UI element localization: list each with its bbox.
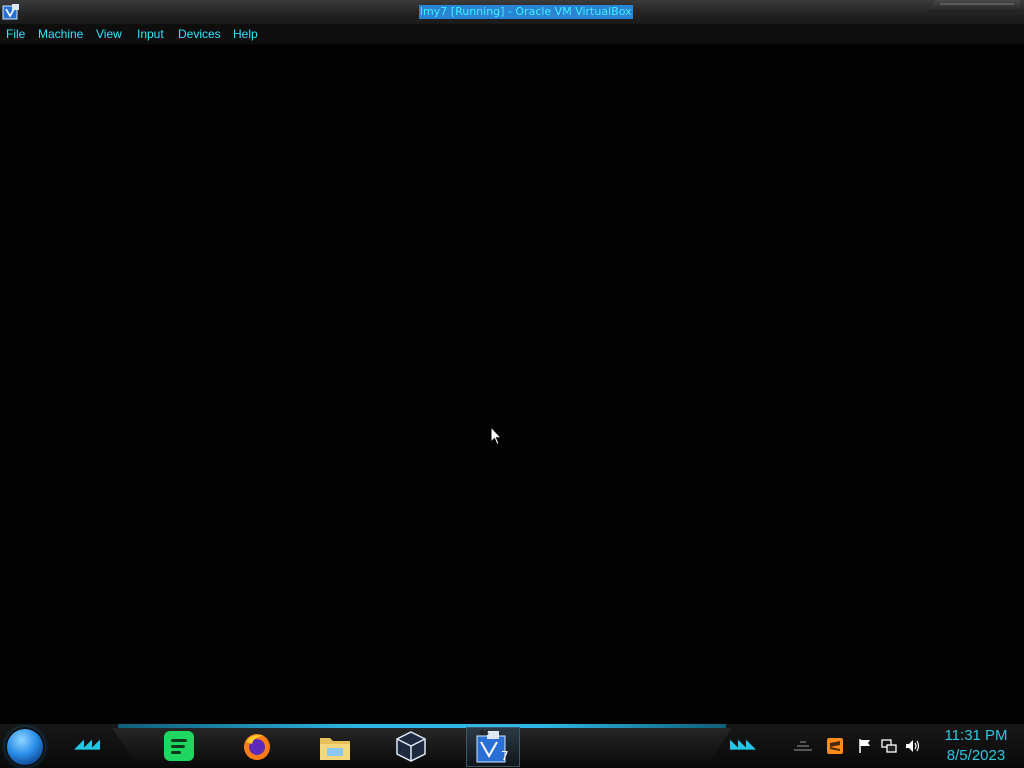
clock-date[interactable]: 8/5/2023 bbox=[930, 747, 1022, 764]
windows-orb-icon[interactable] bbox=[7, 729, 43, 765]
menu-input[interactable]: Input bbox=[137, 27, 164, 41]
firefox-icon[interactable] bbox=[240, 730, 274, 762]
virtualbox-icon bbox=[2, 4, 19, 20]
app-badge: 64 bbox=[480, 729, 489, 737]
menu-file[interactable]: File bbox=[6, 27, 25, 41]
svg-text:7: 7 bbox=[501, 749, 509, 763]
chevron-left-icon: ◢◢◢ bbox=[74, 737, 100, 752]
spotify-icon[interactable] bbox=[162, 730, 196, 762]
volume-icon[interactable] bbox=[905, 738, 921, 754]
virtualbox-manager-icon[interactable] bbox=[394, 730, 428, 762]
window-title: lmy7 [Running] - Oracle VM VirtualBox bbox=[419, 5, 633, 19]
chevron-right-icon: ◣◣◣ bbox=[730, 737, 756, 752]
network-icon[interactable] bbox=[881, 738, 897, 754]
menu-help[interactable]: Help bbox=[233, 27, 258, 41]
taskbar: ◢◢◢ 7 64 ◣◣◣ 11:31 PM 8/5/2023 bbox=[0, 724, 1024, 768]
menu-devices[interactable]: Devices bbox=[178, 27, 221, 41]
window-controls[interactable] bbox=[928, 0, 1020, 12]
file-explorer-icon[interactable] bbox=[318, 730, 352, 762]
action-center-flag-icon[interactable] bbox=[857, 738, 873, 754]
vm-display[interactable] bbox=[0, 44, 1024, 724]
menu-view[interactable]: View bbox=[96, 27, 122, 41]
taskbar-glow bbox=[118, 724, 726, 728]
menu-bar: File Machine View Input Devices Help bbox=[0, 24, 1024, 44]
clock-time[interactable]: 11:31 PM bbox=[930, 727, 1022, 744]
taskbar-active-vm[interactable]: 7 64 bbox=[466, 727, 520, 767]
sublime-text-icon[interactable] bbox=[827, 738, 843, 754]
menu-machine[interactable]: Machine bbox=[38, 27, 83, 41]
window-title-bar[interactable]: lmy7 [Running] - Oracle VM VirtualBox bbox=[0, 0, 1024, 25]
show-hidden-icons-icon[interactable] bbox=[792, 738, 814, 754]
mouse-cursor-icon bbox=[490, 426, 502, 446]
